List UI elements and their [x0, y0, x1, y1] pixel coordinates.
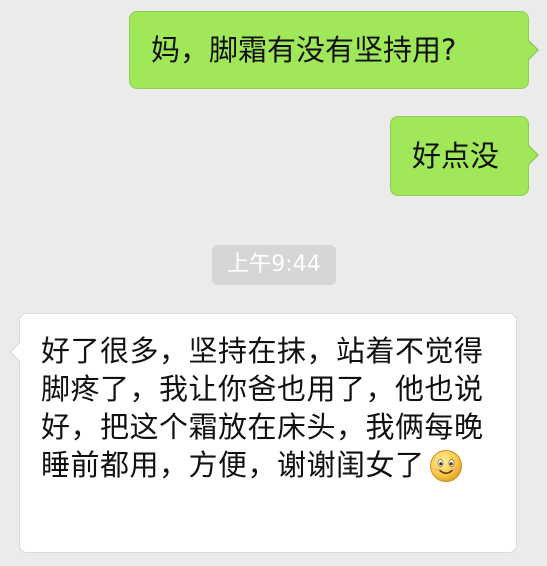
message-text: 好点没 [412, 139, 500, 173]
message-text: 妈，脚霜有没有坚持用? [151, 33, 457, 67]
smiley-face-icon [429, 450, 462, 482]
received-message-bubble[interactable]: 好了很多，坚持在抹，站着不觉得脚疼了，我让你爸也用了，他也说好，把这个霜放在床头… [9, 313, 517, 553]
sent-message-bubble[interactable]: 妈，脚霜有没有坚持用? [129, 11, 539, 89]
sent-message-bubble[interactable]: 好点没 [390, 116, 539, 196]
message-text: 好了很多，坚持在抹，站着不觉得脚疼了，我让你爸也用了，他也说好，把这个霜放在床头… [41, 334, 484, 482]
message-timestamp: 上午9:44 [212, 245, 336, 285]
